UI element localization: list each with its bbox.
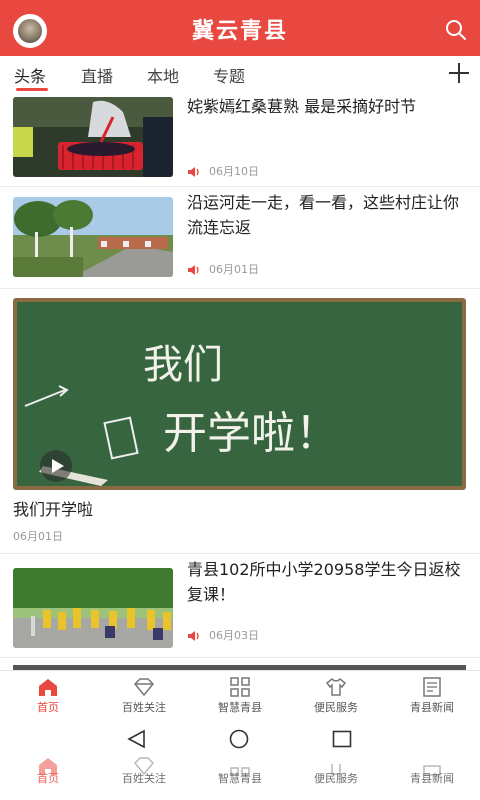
article-date: 06月01日: [209, 263, 259, 276]
nav-public-concern[interactable]: 百姓关注: [96, 671, 192, 719]
article-meta: 06月01日: [187, 261, 259, 277]
list-item[interactable]: 青县102所中小学20958学生今日返校复课！ 06月03日: [0, 554, 480, 658]
play-icon: [52, 459, 64, 473]
active-tab-indicator: [16, 88, 48, 91]
nav-home[interactable]: 首页: [0, 758, 96, 800]
tab-live[interactable]: 直播: [81, 63, 113, 87]
news-feed: 姹紫嫣红桑葚熟 最是采摘好时节 06月10日 沿运河走一走，看一看，这些村庄让你…: [0, 92, 480, 670]
chalk-text-1: 我们: [143, 342, 223, 388]
speaker-icon[interactable]: [187, 630, 201, 642]
nav-label: 智慧青县: [218, 701, 262, 714]
news-icon: [423, 677, 441, 697]
article-title: 青县102所中小学20958学生今日返校复课！: [187, 560, 461, 604]
play-button[interactable]: [40, 450, 72, 482]
back-icon[interactable]: [126, 729, 148, 749]
speaker-icon[interactable]: [187, 264, 201, 276]
nav-label: 百姓关注: [122, 701, 166, 714]
app-title: 冀云青县: [191, 19, 288, 44]
tab-headlines[interactable]: 头条: [14, 63, 46, 87]
home-icon: [39, 679, 57, 696]
article-date: 06月10日: [209, 165, 259, 178]
video-title: 我们开学啦: [13, 500, 94, 519]
tab-local[interactable]: 本地: [147, 63, 179, 87]
video-date: 06月01日: [13, 530, 63, 543]
list-item[interactable]: 姹紫嫣红桑葚熟 最是采摘好时节 06月10日: [0, 92, 480, 187]
nav-convenience-service[interactable]: 便民服务: [288, 671, 384, 719]
article-date: 06月03日: [209, 629, 259, 642]
nav-qingxian-news[interactable]: 青县新闻: [384, 760, 480, 800]
nav-label: 首页: [37, 772, 59, 785]
bottom-navigation: 首页 百姓关注 智慧青县 便民服务 青县新闻: [0, 670, 480, 719]
nav-label: 青县新闻: [410, 701, 454, 714]
nav-smart-qingxian[interactable]: 智慧青县: [192, 671, 288, 719]
add-channel-icon[interactable]: [448, 62, 470, 84]
tab-topics[interactable]: 专题: [213, 63, 245, 87]
mulberry-thumbnail: [13, 97, 173, 177]
channel-tabs: 头条 直播 本地 专题: [0, 56, 480, 92]
app-header: 冀云青县: [0, 0, 480, 56]
nav-label: 便民服务: [314, 772, 358, 785]
video-item[interactable]: 我们 开学啦！ 我们开学啦 06月01日: [0, 289, 480, 554]
diamond-icon: [133, 678, 155, 697]
nav-label: 首页: [37, 701, 59, 714]
article-meta: 06月03日: [187, 627, 259, 643]
nav-qingxian-news[interactable]: 青县新闻: [384, 671, 480, 719]
nav-label: 智慧青县: [218, 772, 262, 785]
nav-label: 青县新闻: [410, 772, 454, 785]
article-title: 沿运河走一走，看一看，这些村庄让你流连忘返: [187, 193, 460, 237]
nav-home[interactable]: 首页: [0, 671, 96, 719]
search-icon[interactable]: [444, 18, 468, 42]
list-item[interactable]: 沿运河走一走，看一看，这些村庄让你流连忘返 06月01日: [0, 187, 480, 289]
duplicate-bottom-navigation: 首页 百姓关注 智慧青县 便民服务 青县新闻: [0, 757, 480, 800]
village-thumbnail: [13, 197, 173, 277]
school-thumbnail: [13, 568, 173, 648]
system-navigation-bar: [0, 718, 480, 760]
recent-apps-icon[interactable]: [331, 729, 353, 749]
chalk-text-2: 开学啦！: [163, 408, 339, 459]
home-circle-icon[interactable]: [228, 729, 250, 749]
nav-public-concern[interactable]: 百姓关注: [96, 757, 192, 800]
speaker-icon[interactable]: [187, 166, 201, 178]
article-title: 姹紫嫣红桑葚熟 最是采摘好时节: [187, 97, 417, 116]
video-cover: 我们 开学啦！: [13, 298, 466, 490]
nav-convenience-service[interactable]: 便民服务: [288, 760, 384, 800]
nav-smart-qingxian[interactable]: 智慧青县: [192, 760, 288, 800]
article-meta: 06月10日: [187, 163, 259, 179]
nav-label: 便民服务: [314, 701, 358, 714]
shirt-icon: [325, 677, 347, 696]
nav-label: 百姓关注: [122, 772, 166, 785]
grid-icon: [230, 677, 250, 697]
